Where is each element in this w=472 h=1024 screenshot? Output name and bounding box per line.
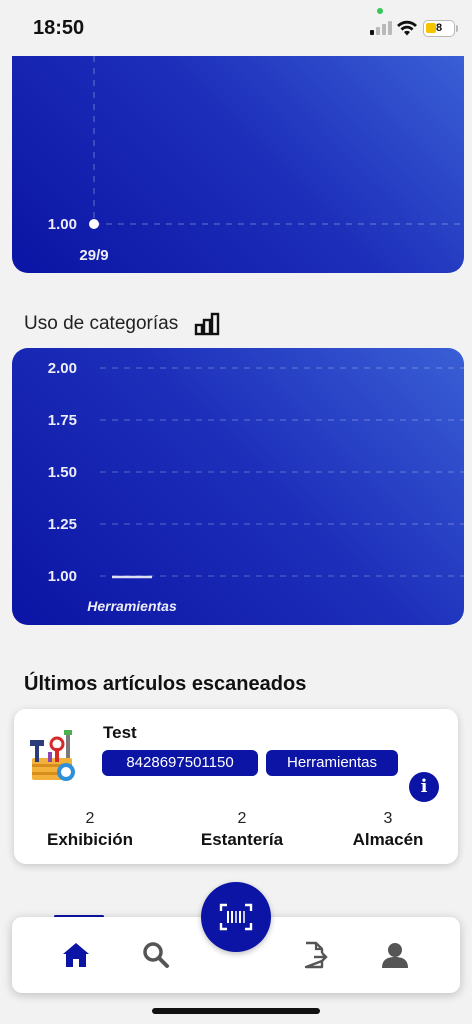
item-category-chip: Herramientas [266,750,398,776]
home-indicator [152,1008,320,1014]
nav-profile[interactable] [379,939,411,971]
category-usage-title: Uso de categorías [24,313,179,334]
battery-icon: 8 [423,20,455,37]
privacy-indicator-dot [377,8,383,14]
stock-shelf: 2 Estantería [172,809,312,851]
status-time: 18:50 [33,17,85,39]
item-barcode-chip: 8428697501150 [102,750,258,776]
category-usage-header: Uso de categorías [24,312,220,336]
y-tick-label: 1.75 [48,412,77,429]
search-icon [143,942,169,968]
wifi-icon [397,20,417,36]
recent-items-title: Últimos artículos escaneados [24,673,307,695]
stock-exhibition: 2 Exhibición [20,809,160,851]
nav-search[interactable] [140,939,172,971]
recent-item-card[interactable]: Test 8428697501150 Herramientas i 2 Exhi… [14,709,458,864]
x-tick-label: 29/9 [79,247,108,264]
barcode-scan-icon [219,903,253,931]
category-usage-chart-svg: 2.00 1.75 1.50 1.25 1.00 Herramientas [48,360,464,614]
stock-count: 2 [237,810,247,827]
bar-chart-icon[interactable] [194,312,220,336]
stock-label: Exhibición [47,830,133,849]
status-bar: 18:50 8 [0,0,472,56]
category-usage-chart: 2.00 1.75 1.50 1.25 1.00 Herramientas [12,348,464,625]
user-icon [382,943,408,968]
y-tick-label: 1.00 [48,568,77,585]
signal-icon [370,21,392,35]
stock-count: 2 [85,810,95,827]
y-tick-label: 1.25 [48,516,77,533]
info-icon[interactable]: i [409,772,439,802]
x-tick-label: Herramientas [87,598,177,614]
battery-tip [456,25,458,32]
nav-export[interactable] [299,939,331,971]
export-file-icon [304,941,328,969]
y-tick-label: 1.00 [48,216,77,233]
stock-label: Estantería [200,830,284,849]
stock-warehouse: 3 Almacén [318,809,458,851]
history-chart: 1.00 29/9 [12,56,464,273]
home-icon [63,943,89,967]
nav-home[interactable] [60,939,92,971]
y-tick-label: 2.00 [48,360,77,377]
toolbox-image [30,730,75,781]
scan-button[interactable] [201,882,271,952]
stock-count: 3 [383,810,393,827]
item-name: Test [103,723,137,742]
history-chart-svg: 1.0029/9 [48,56,464,264]
y-tick-label: 1.50 [48,464,77,481]
data-point [89,219,99,229]
battery-level: 8 [435,22,443,34]
stock-label: Almacén [352,830,424,849]
